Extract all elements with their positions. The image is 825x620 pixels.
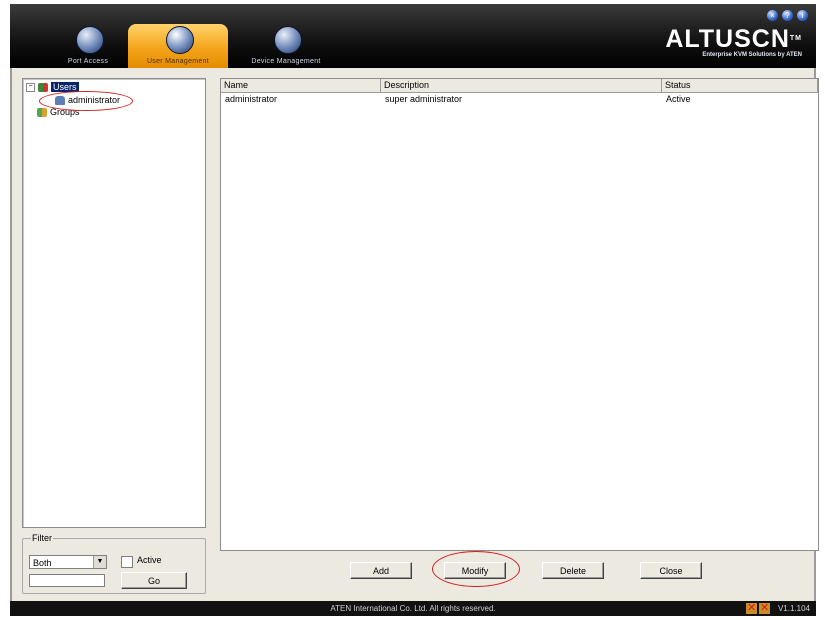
logout-icon[interactable]: × <box>767 10 778 21</box>
header-bar: Port Access User Management Device Manag… <box>10 4 816 68</box>
status-icons <box>746 601 770 616</box>
window-buttons: × ? i <box>767 10 808 21</box>
user-management-icon <box>166 26 194 54</box>
status-bar: ATEN International Co. Ltd. All rights r… <box>10 601 816 616</box>
delete-button[interactable]: Delete <box>542 562 604 579</box>
device-management-icon <box>274 26 302 54</box>
tab-label: Port Access <box>67 58 109 65</box>
annotation-circle <box>432 551 520 587</box>
app-window: Port Access User Management Device Manag… <box>0 0 825 620</box>
filter-group: Filter Both ▼ Active Go <box>22 533 206 594</box>
filter-text-input[interactable] <box>29 574 105 587</box>
brand-logo: ALTUSCNTM Enterprise KVM Solutions by AT… <box>665 26 802 58</box>
tab-user-management[interactable]: User Management <box>128 24 228 68</box>
tab-device-management[interactable]: Device Management <box>236 24 336 68</box>
chevron-down-icon[interactable]: ▼ <box>93 556 106 568</box>
user-list: Name Description Status administrator su… <box>220 78 819 551</box>
column-header-status[interactable]: Status <box>662 79 818 92</box>
add-button[interactable]: Add <box>350 562 412 579</box>
alert-status-icon <box>759 601 770 616</box>
help-icon[interactable]: ? <box>782 10 793 21</box>
version-label: V1.1.104 <box>777 604 810 613</box>
table-row[interactable]: administrator super administrator Active <box>221 93 818 106</box>
close-button[interactable]: Close <box>640 562 702 579</box>
tab-port-access[interactable]: Port Access <box>38 24 138 68</box>
logo-text: ALTUSCN <box>665 25 790 53</box>
annotation-circle <box>39 91 133 111</box>
go-button[interactable]: Go <box>121 572 187 589</box>
connection-status-icon <box>746 601 757 616</box>
info-icon[interactable]: i <box>797 10 808 21</box>
filter-select[interactable]: Both ▼ <box>29 555 107 569</box>
users-icon <box>38 82 48 92</box>
tab-label: Device Management <box>251 58 321 65</box>
active-label: Active <box>137 555 162 565</box>
port-access-icon <box>76 26 104 54</box>
cell-name: administrator <box>225 94 278 104</box>
filter-legend: Filter <box>31 533 53 543</box>
user-tree-panel: − Users administrator Groups <box>22 78 206 528</box>
trademark: TM <box>789 35 802 42</box>
active-checkbox[interactable] <box>121 556 133 568</box>
copyright-text: ATEN International Co. Ltd. All rights r… <box>330 604 496 613</box>
cell-status: Active <box>666 94 691 104</box>
tab-label: User Management <box>146 58 210 65</box>
list-header: Name Description Status <box>221 79 818 93</box>
filter-select-value: Both <box>33 558 52 568</box>
column-header-name[interactable]: Name <box>221 79 381 92</box>
groups-icon <box>37 107 47 117</box>
cell-description: super administrator <box>385 94 463 104</box>
collapse-icon[interactable]: − <box>26 82 35 92</box>
column-header-description[interactable]: Description <box>381 79 662 92</box>
